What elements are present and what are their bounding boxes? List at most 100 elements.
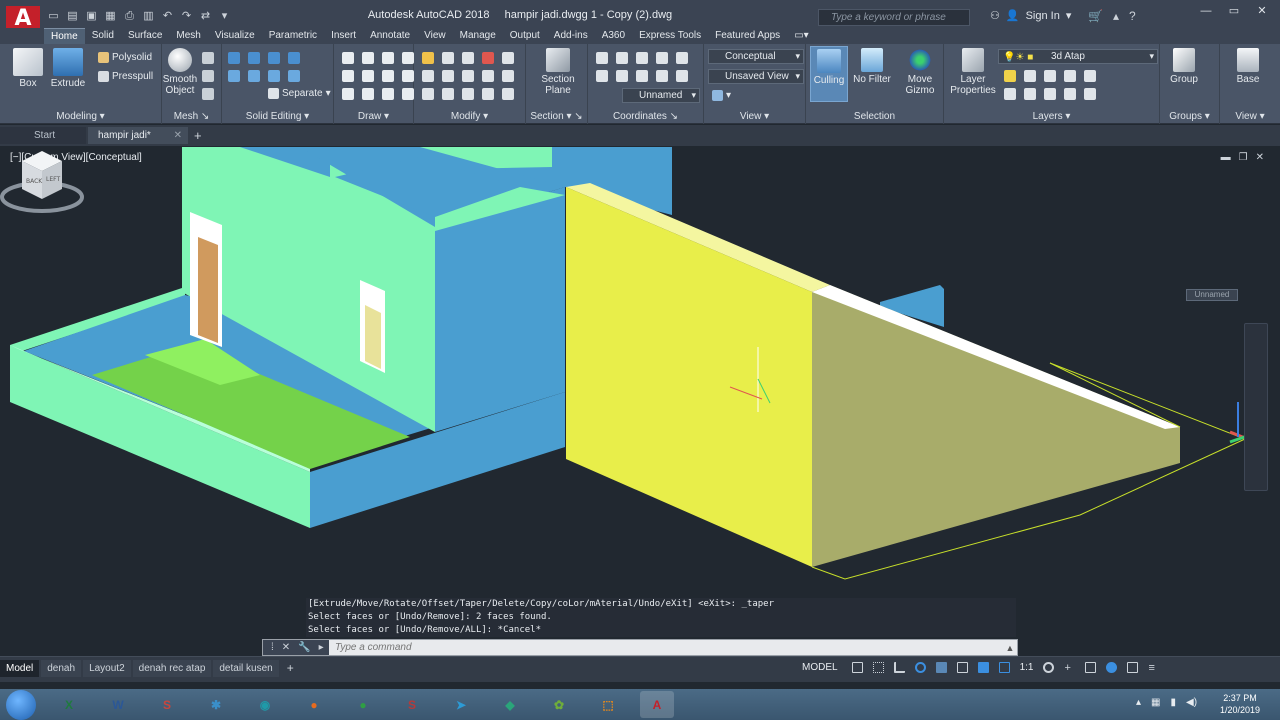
layer-properties-button[interactable]: Layer Properties bbox=[948, 48, 998, 96]
ucs-origin-icon[interactable] bbox=[636, 52, 648, 64]
draw-panel-label[interactable]: Draw ▾ bbox=[334, 111, 413, 122]
taskbar-app-telegram-icon[interactable]: ➤ bbox=[444, 691, 478, 718]
layer-tool-icon[interactable] bbox=[1024, 70, 1036, 82]
tab-current-drawing[interactable]: hampir jadi* ✕ bbox=[88, 127, 188, 144]
intersect-icon[interactable] bbox=[268, 52, 280, 64]
section-plane-button[interactable]: Section Plane bbox=[536, 48, 580, 96]
taskbar-app-leaf-icon[interactable]: ✿ bbox=[542, 691, 576, 718]
save-as-icon[interactable]: ▦ bbox=[103, 9, 118, 24]
tab-mesh[interactable]: Mesh bbox=[169, 28, 207, 44]
ucs-face-icon[interactable] bbox=[596, 70, 608, 82]
layer-tool-icon[interactable] bbox=[1044, 88, 1056, 100]
olive-wall-face[interactable] bbox=[812, 285, 1180, 567]
union-icon[interactable] bbox=[228, 52, 240, 64]
ucs-view-icon[interactable] bbox=[636, 70, 648, 82]
tab-surface[interactable]: Surface bbox=[121, 28, 169, 44]
erase-icon[interactable] bbox=[462, 88, 474, 100]
box-button[interactable]: Box bbox=[6, 48, 50, 89]
tray-expand-icon[interactable]: ▴ bbox=[1136, 697, 1141, 708]
scale-icon[interactable] bbox=[462, 52, 474, 64]
viewport-restore-icon[interactable]: ❐ bbox=[1239, 152, 1248, 163]
region-icon[interactable] bbox=[342, 88, 354, 100]
explode-icon[interactable] bbox=[482, 70, 494, 82]
redo-icon[interactable]: ↷ bbox=[179, 9, 194, 24]
mirror-icon[interactable] bbox=[422, 70, 434, 82]
point-icon[interactable] bbox=[382, 88, 394, 100]
isolate-objects-icon[interactable] bbox=[1106, 662, 1118, 673]
taskbar-app-autocad-icon[interactable]: A bbox=[640, 691, 674, 718]
transparency-icon[interactable] bbox=[977, 662, 989, 673]
rotate-icon[interactable] bbox=[442, 52, 454, 64]
annotation-monitor-icon[interactable]: + bbox=[1064, 662, 1075, 674]
modify-panel-label[interactable]: Modify ▾ bbox=[414, 111, 525, 122]
offset-icon[interactable] bbox=[502, 70, 514, 82]
wcs-menu[interactable]: Unnamed bbox=[1186, 289, 1238, 301]
section-panel-label[interactable]: Section ▾ ↘ bbox=[526, 111, 587, 122]
tab-insert[interactable]: Insert bbox=[324, 28, 363, 44]
break-icon[interactable] bbox=[502, 88, 514, 100]
smooth-object-button[interactable]: Smooth Object bbox=[162, 48, 198, 96]
circle-icon[interactable] bbox=[402, 52, 414, 64]
maximize-button[interactable]: ▭ bbox=[1222, 3, 1246, 19]
share-icon[interactable]: ⇄ bbox=[198, 9, 213, 24]
view-panel-label[interactable]: View ▾ bbox=[704, 111, 805, 122]
mesh-tool-icon[interactable] bbox=[202, 70, 214, 82]
tab-view[interactable]: View bbox=[417, 28, 453, 44]
door-panel[interactable] bbox=[198, 237, 218, 343]
polysolid-button[interactable]: Polysolid bbox=[98, 52, 152, 63]
tab-visualize[interactable]: Visualize bbox=[208, 28, 262, 44]
layer-tool-icon[interactable] bbox=[1044, 70, 1056, 82]
helix-icon[interactable] bbox=[402, 88, 414, 100]
mesh-tool-icon[interactable] bbox=[202, 52, 214, 64]
copy-icon[interactable] bbox=[502, 52, 514, 64]
tab-express-tools[interactable]: Express Tools bbox=[632, 28, 708, 44]
help-icon[interactable]: ? bbox=[1129, 9, 1136, 23]
close-command-icon[interactable]: ✕ bbox=[282, 642, 290, 653]
selection-panel-label[interactable]: Selection bbox=[806, 111, 943, 122]
taskbar-app-firefox-icon[interactable]: ● bbox=[297, 691, 331, 718]
drawing-viewport[interactable]: [−][Custom View][Conceptual] ▬ ❐ ✕ BACK … bbox=[0, 147, 1280, 655]
ortho-icon[interactable] bbox=[893, 662, 905, 673]
viewcube[interactable]: BACK LEFT bbox=[0, 147, 84, 221]
ucs-y-icon[interactable] bbox=[676, 70, 688, 82]
taskbar-app-word-icon[interactable]: W bbox=[101, 691, 135, 718]
exchange-icon[interactable]: ▴ bbox=[1113, 9, 1119, 23]
ucs-3point-icon[interactable] bbox=[656, 52, 668, 64]
layout-tab-denah-rec-atap[interactable]: denah rec atap bbox=[132, 660, 212, 677]
interfere-icon[interactable] bbox=[288, 52, 300, 64]
object-snap-icon[interactable] bbox=[935, 662, 947, 673]
cart-icon[interactable]: 🛒 bbox=[1088, 9, 1103, 23]
tray-app-icon[interactable]: ▦ bbox=[1151, 697, 1160, 708]
grid-icon[interactable] bbox=[851, 662, 863, 673]
qat-dropdown-icon[interactable]: ▾ bbox=[217, 9, 232, 24]
no-filter-button[interactable]: No Filter bbox=[850, 48, 894, 85]
ribbon-toggle-icon[interactable]: ▭▾ bbox=[787, 28, 815, 44]
visual-style-select[interactable]: Conceptual bbox=[708, 49, 804, 64]
boundary-icon[interactable] bbox=[362, 88, 374, 100]
solid-editing-panel-label[interactable]: Solid Editing ▾ bbox=[222, 111, 333, 122]
navigation-bar[interactable] bbox=[1244, 323, 1268, 491]
layout-tab-detail-kusen[interactable]: detail kusen bbox=[213, 660, 279, 677]
ucs-name-select[interactable]: Unnamed bbox=[622, 88, 700, 103]
base-button[interactable]: Base bbox=[1228, 48, 1268, 85]
stretch-icon[interactable] bbox=[422, 88, 434, 100]
join-icon[interactable] bbox=[482, 88, 494, 100]
layer-tool-icon[interactable] bbox=[1084, 88, 1096, 100]
polar-tracking-icon[interactable] bbox=[914, 662, 926, 673]
tab-start[interactable]: Start bbox=[0, 127, 86, 144]
mesh-panel-label[interactable]: Mesh ↘ bbox=[162, 111, 221, 122]
thicken-icon[interactable] bbox=[248, 70, 260, 82]
tab-annotate[interactable]: Annotate bbox=[363, 28, 417, 44]
layer-tool-icon[interactable] bbox=[1004, 88, 1016, 100]
trim-icon[interactable] bbox=[482, 52, 494, 64]
spline-icon[interactable] bbox=[342, 70, 354, 82]
window-glass[interactable] bbox=[365, 305, 381, 369]
new-tab-button[interactable]: + bbox=[194, 128, 202, 143]
slice-icon[interactable] bbox=[228, 70, 240, 82]
command-prompt-icon[interactable]: ▸ bbox=[319, 642, 324, 653]
print-icon[interactable]: ▥ bbox=[141, 9, 156, 24]
extract-edges-icon[interactable] bbox=[268, 70, 280, 82]
tab-home[interactable]: Home bbox=[44, 28, 85, 44]
layout-tab-model[interactable]: Model bbox=[0, 660, 40, 677]
modeling-panel-label[interactable]: Modeling ▾ bbox=[0, 111, 161, 122]
